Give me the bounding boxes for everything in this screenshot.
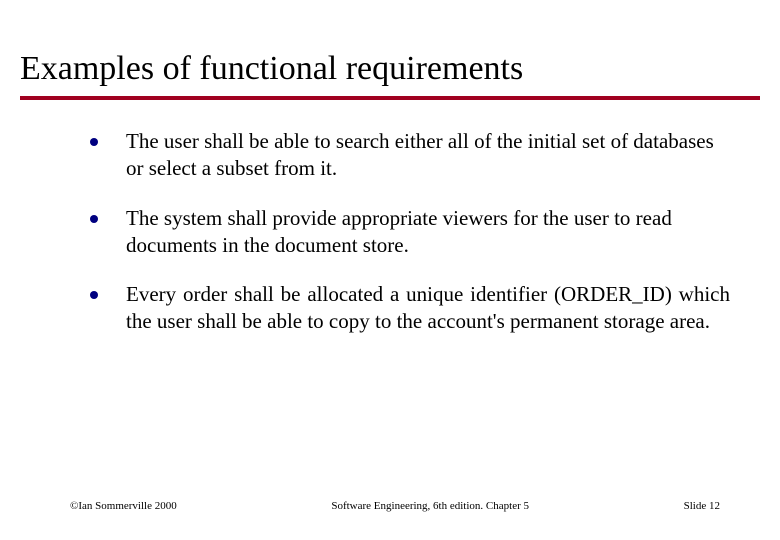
footer-slide-number: Slide 12	[684, 500, 720, 512]
list-item: Every order shall be allocated a unique …	[90, 281, 730, 336]
list-item: The system shall provide appropriate vie…	[90, 205, 730, 260]
bullet-text: The system shall provide appropriate vie…	[126, 205, 730, 260]
slide-title: Examples of functional requirements	[20, 50, 760, 100]
slide-content: The user shall be able to search either …	[20, 128, 760, 336]
bullet-icon	[90, 138, 98, 146]
slide-footer: ©Ian Sommerville 2000 Software Engineeri…	[0, 500, 780, 512]
slide: Examples of functional requirements The …	[0, 0, 780, 540]
list-item: The user shall be able to search either …	[90, 128, 730, 183]
footer-copyright: ©Ian Sommerville 2000	[70, 500, 177, 512]
bullet-icon	[90, 215, 98, 223]
bullet-text: Every order shall be allocated a unique …	[126, 281, 730, 336]
bullet-text: The user shall be able to search either …	[126, 128, 730, 183]
footer-book-title: Software Engineering, 6th edition. Chapt…	[177, 500, 684, 512]
bullet-icon	[90, 291, 98, 299]
